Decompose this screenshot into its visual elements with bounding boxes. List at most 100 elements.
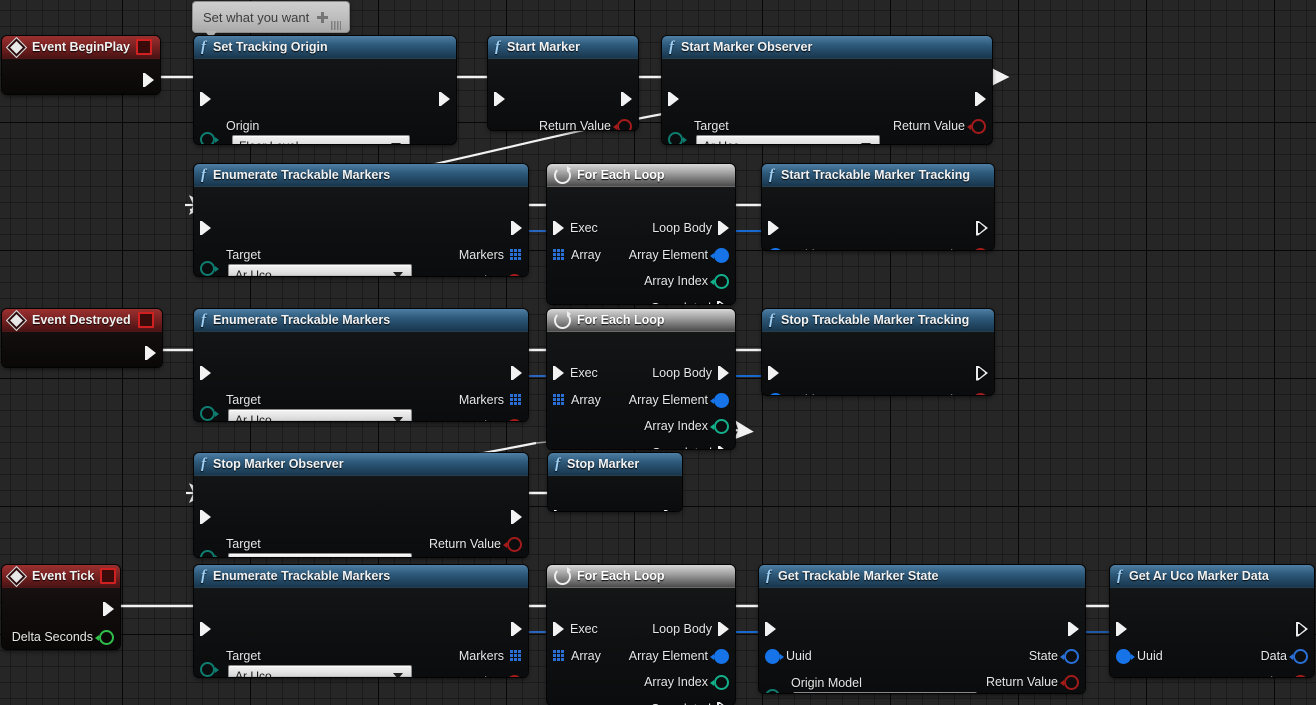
pin-return-value-out[interactable]: Return Value [895,246,988,250]
node-enumerate-trackable-markers-3[interactable]: f Enumerate Trackable Markers Target Ar … [194,565,528,677]
pin-exec-in[interactable] [668,90,679,108]
node-event-destroyed[interactable]: Event Destroyed [2,309,162,367]
pin-exec-out[interactable] [664,508,676,511]
pin-icon[interactable] [317,11,329,23]
pin-array-in[interactable]: Array [553,647,601,665]
pin-return-value-out[interactable]: Return Value [429,272,522,276]
pin-exec-out[interactable] [976,364,988,382]
node-for-each-loop-3[interactable]: For Each Loop Exec Loop Body Array Array… [547,565,735,705]
pin-exec-in[interactable]: Exec [553,620,598,638]
pin-uuid-in[interactable]: Uuid [768,246,815,250]
pin-exec-out[interactable] [143,71,154,89]
pin-loop-body-out[interactable]: Loop Body [652,219,729,237]
pin-array-index-out[interactable]: Array Index [644,673,729,691]
resize-grip-icon[interactable] [331,21,342,30]
node-enumerate-trackable-markers-1[interactable]: f Enumerate Trackable Markers Target Ar … [194,164,528,276]
node-for-each-loop-2[interactable]: For Each Loop Exec Loop Body Array Array… [547,309,735,449]
dropdown-target[interactable]: Ar Uco [228,553,412,557]
pin-loop-body-out[interactable]: Loop Body [652,620,729,638]
pin-array-in[interactable]: Array [553,391,601,409]
pin-completed-out[interactable]: Completed [651,700,729,705]
blueprint-graph-canvas[interactable]: Set what you want Event BeginPlay f Set … [0,0,1316,705]
pin-return-value-out[interactable]: Return Value [895,391,988,395]
node-start-marker[interactable]: f Start Marker Return Value [488,36,638,130]
pin-exec-in[interactable] [494,90,505,108]
dropdown-target[interactable]: Ar Uco [228,409,412,421]
pin-return-value-out[interactable]: Return Value [429,535,522,553]
pin-uuid-in[interactable]: Uuid [765,647,812,665]
node-event-begin-play[interactable]: Event BeginPlay [2,36,160,94]
delegate-pin[interactable] [100,568,117,584]
pin-state-out[interactable]: State [1029,647,1079,665]
pin-exec-in[interactable] [200,364,211,382]
pin-exec-out[interactable] [103,600,114,618]
dropdown-origin[interactable]: Floor Level [232,135,410,144]
pin-data-out[interactable]: Data [1261,647,1308,665]
node-stop-marker-observer[interactable]: f Stop Marker Observer Target Ar Uco Ret… [194,453,528,557]
delegate-pin[interactable] [138,312,154,328]
node-get-ar-uco-marker-data[interactable]: f Get Ar Uco Marker Data Uuid Data Retur… [1110,565,1314,677]
pin-completed-out[interactable]: Completed [652,444,729,449]
pin-exec-out[interactable] [511,620,522,638]
pin-array-index-out[interactable]: Array Index [644,417,729,435]
node-for-each-loop-1[interactable]: For Each Loop Exec Loop Body Array Array… [547,164,735,304]
pin-exec-out[interactable] [439,90,450,108]
pin-target-in[interactable] [200,660,219,677]
pin-exec-in[interactable] [765,620,776,638]
comment-bubble[interactable]: Set what you want [192,1,350,39]
pin-completed-out[interactable]: Completed [651,299,729,304]
pin-uuid-in[interactable]: Uuid [768,391,815,395]
node-start-trackable-marker-tracking[interactable]: f Start Trackable Marker Tracking Uuid R… [762,164,994,250]
pin-return-value-out[interactable]: Return Value [893,117,986,135]
node-set-tracking-origin[interactable]: f Set Tracking Origin Origin Floor Level [194,36,456,144]
pin-exec-in[interactable] [768,364,779,382]
pin-exec-out[interactable] [976,219,988,237]
pin-markers-out[interactable]: Markers [459,246,522,264]
dropdown-target[interactable]: Ar Uco [228,665,412,677]
pin-target-in[interactable] [668,130,687,144]
pin-exec-in[interactable] [200,508,211,526]
pin-exec-out[interactable] [511,219,522,237]
pin-array-element-out[interactable]: Array Element [629,246,729,264]
pin-return-value-out[interactable]: Return Value [986,673,1079,691]
pin-exec-in[interactable] [554,508,565,511]
node-event-tick[interactable]: Event Tick Delta Seconds [2,565,120,649]
pin-return-value-out[interactable]: Return Value [539,117,632,130]
pin-exec-in[interactable] [200,620,211,638]
pin-return-value-out[interactable]: Return Value [429,673,522,677]
pin-exec-out[interactable] [975,90,986,108]
node-stop-trackable-marker-tracking[interactable]: f Stop Trackable Marker Tracking Uuid Re… [762,309,994,395]
pin-target-in[interactable] [200,548,219,557]
pin-exec-in[interactable]: Exec [553,219,598,237]
pin-exec-in[interactable] [768,219,779,237]
pin-exec-in[interactable] [200,90,211,108]
pin-exec-in[interactable] [200,219,211,237]
pin-target-in[interactable] [200,404,219,421]
dropdown-origin-model[interactable]: Origin on Ground [793,692,977,693]
node-enumerate-trackable-markers-2[interactable]: f Enumerate Trackable Markers Target Ar … [194,309,528,421]
pin-array-in[interactable]: Array [553,246,601,264]
pin-target-in[interactable] [200,259,219,276]
pin-origin-model-in[interactable] [765,687,780,693]
pin-delta-seconds-out[interactable]: Delta Seconds [12,628,114,646]
pin-exec-out[interactable] [1068,620,1079,638]
pin-loop-body-out[interactable]: Loop Body [652,364,729,382]
pin-markers-out[interactable]: Markers [459,391,522,409]
node-stop-marker[interactable]: f Stop Marker [548,453,682,511]
pin-return-value-out[interactable]: Return Value [429,417,522,421]
pin-return-value-out[interactable]: Return Value [1215,673,1308,677]
node-start-marker-observer[interactable]: f Start Marker Observer Target Ar Uco Re… [662,36,992,144]
delegate-pin[interactable] [136,39,152,55]
pin-exec-in[interactable] [1116,620,1127,638]
pin-array-element-out[interactable]: Array Element [629,391,729,409]
pin-exec-in[interactable]: Exec [553,364,598,382]
node-get-trackable-marker-state[interactable]: f Get Trackable Marker State Uuid State … [759,565,1085,693]
pin-exec-out[interactable] [1296,620,1308,638]
pin-exec-out[interactable] [511,364,522,382]
pin-uuid-in[interactable]: Uuid [1116,647,1163,665]
pin-array-index-out[interactable]: Array Index [644,272,729,290]
pin-exec-out[interactable] [145,344,156,362]
pin-markers-out[interactable]: Markers [459,647,522,665]
dropdown-target[interactable]: Ar Uco [228,264,412,276]
pin-origin-in[interactable] [200,130,219,144]
